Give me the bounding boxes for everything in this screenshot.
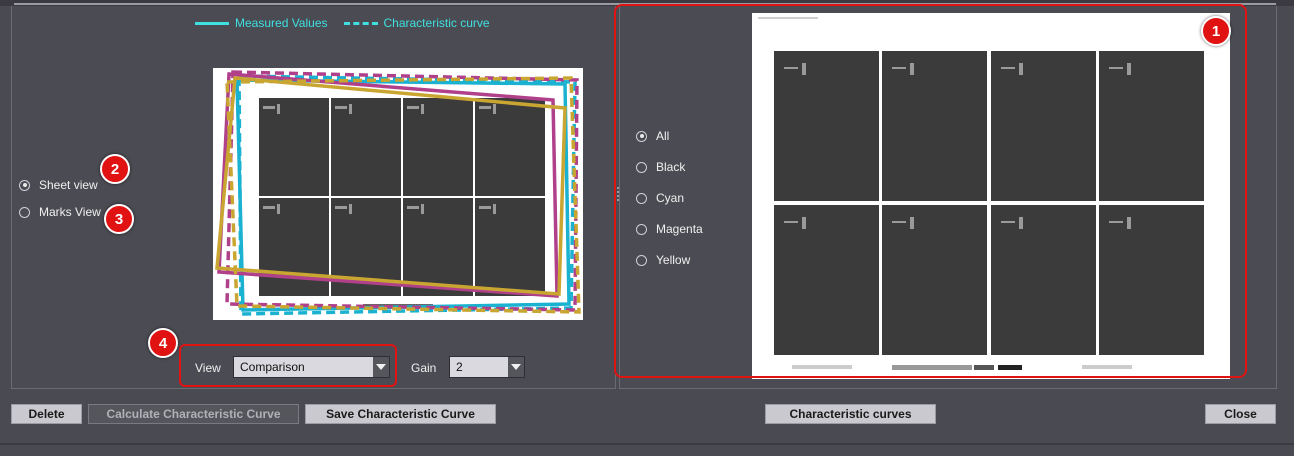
- chevron-down-icon[interactable]: [373, 357, 389, 377]
- radio-icon[interactable]: [19, 206, 30, 218]
- gain-label: Gain: [411, 361, 437, 375]
- callout-badge-2: 2: [100, 154, 130, 184]
- callout-badge-4: 4: [148, 328, 178, 358]
- delete-button[interactable]: Delete: [11, 404, 82, 424]
- radio-icon[interactable]: [19, 179, 30, 191]
- save-curve-button[interactable]: Save Characteristic Curve: [305, 404, 496, 424]
- chevron-down-icon[interactable]: [508, 357, 524, 377]
- sheet-comparison-preview: [213, 68, 583, 320]
- measured-values-swatch: [195, 21, 229, 25]
- view-label: View: [195, 361, 221, 375]
- gain-select-value: 2: [456, 360, 463, 374]
- characteristic-curve-swatch: [343, 21, 378, 25]
- chart-legend: Measured Values Characteristic curve: [195, 15, 490, 31]
- characteristic-curve-label: Characteristic curve: [383, 16, 490, 30]
- sheet-view-label: Sheet view: [39, 178, 98, 192]
- view-select-value: Comparison: [240, 360, 305, 374]
- window-bottom-border: [0, 443, 1294, 445]
- close-button[interactable]: Close: [1205, 404, 1276, 424]
- sheet-view-option[interactable]: Sheet view: [19, 178, 98, 192]
- measured-values-label: Measured Values: [235, 16, 328, 30]
- gain-select[interactable]: 2: [449, 356, 525, 378]
- calculate-curve-button[interactable]: Calculate Characteristic Curve: [88, 404, 299, 424]
- marks-view-option[interactable]: Marks View: [19, 205, 101, 219]
- callout-badge-3: 3: [104, 204, 134, 234]
- marks-view-label: Marks View: [39, 205, 101, 219]
- view-select[interactable]: Comparison: [233, 356, 390, 378]
- characteristic-curves-button[interactable]: Characteristic curves: [765, 404, 936, 424]
- callout-badge-1: 1: [1201, 16, 1231, 46]
- sheet-highlight-frame: [614, 4, 1247, 378]
